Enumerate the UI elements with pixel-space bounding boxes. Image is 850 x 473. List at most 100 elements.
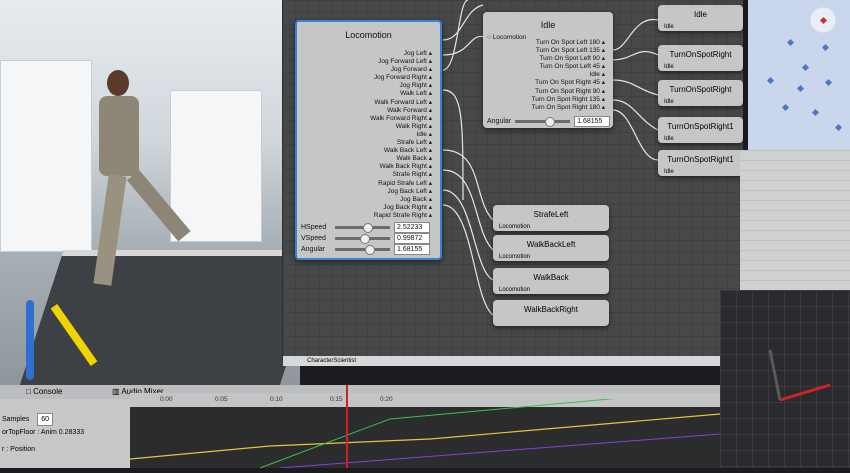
- idle-port-list: Turn On Spot Left 180 ▴ Turn On Spot Left…: [483, 39, 613, 112]
- idle-angular-value[interactable]: 1.68155: [574, 116, 611, 127]
- turn-state-node[interactable]: TurnOnSpotRight Idle: [658, 45, 743, 71]
- param-value[interactable]: 0.99872: [394, 233, 430, 244]
- idle-port[interactable]: Turn On Spot Left 90 ▴: [483, 55, 613, 63]
- state-node-port[interactable]: Idle: [664, 24, 674, 30]
- track-row[interactable]: orTopFloor : Anim 0.28333: [2, 427, 84, 438]
- idle-port[interactable]: Turn On Spot Right 45 ▴: [483, 79, 613, 87]
- locomotion-port[interactable]: Rapid Strafe Right ▴: [297, 212, 440, 220]
- param-slider[interactable]: [335, 223, 390, 233]
- locomotion-port[interactable]: Walk Left ▴: [297, 90, 440, 98]
- state-node-port[interactable]: Idle: [664, 99, 674, 105]
- character-torso: [99, 96, 139, 176]
- turn-state-node[interactable]: Idle Idle: [658, 5, 743, 31]
- state-node-title: TurnOnSpotRight: [669, 50, 732, 59]
- idle-port[interactable]: Turn On Spot Right 135 ▴: [483, 96, 613, 104]
- state-node[interactable]: StrafeLeft Locomotion: [493, 205, 609, 231]
- idle-port[interactable]: Turn On Spot Left 135 ▴: [483, 47, 613, 55]
- param-row[interactable]: VSpeed 0.99872: [301, 233, 430, 244]
- locomotion-port[interactable]: Jog Forward ▴: [297, 66, 440, 74]
- param-slider[interactable]: [335, 234, 390, 244]
- properties-list[interactable]: [740, 150, 850, 290]
- locomotion-port[interactable]: Idle ▴: [297, 131, 440, 139]
- slider-knob[interactable]: [545, 117, 556, 127]
- locomotion-port[interactable]: Walk Back Left ▴: [297, 147, 440, 155]
- slider-knob[interactable]: [365, 245, 376, 255]
- locomotion-port[interactable]: Rapid Strafe Left ▴: [297, 180, 440, 188]
- port-connector-icon: ▴: [599, 39, 605, 46]
- blend-space-preview[interactable]: [748, 0, 850, 150]
- port-label: Walk Left: [400, 90, 427, 98]
- param-row[interactable]: HSpeed 2.52233: [301, 222, 430, 233]
- idle-port[interactable]: Turn On Spot Left 180 ▴: [483, 39, 613, 47]
- param-label: VSpeed: [301, 235, 326, 242]
- param-value[interactable]: 2.52233: [394, 222, 430, 233]
- port-label: Idle: [416, 130, 427, 138]
- state-node-port[interactable]: Idle: [664, 136, 674, 142]
- locomotion-port[interactable]: Strafe Left ▴: [297, 139, 440, 147]
- state-node-title: StrafeLeft: [533, 210, 569, 219]
- tab-console[interactable]: □ Console: [26, 387, 62, 396]
- port-label: Walk Back: [396, 155, 427, 163]
- port-connector-icon: ▴: [426, 130, 432, 138]
- track-row[interactable]: r : Position: [2, 444, 35, 455]
- param-value[interactable]: 1.68155: [394, 244, 430, 255]
- viewport-scrollbar[interactable]: [26, 300, 34, 380]
- turn-state-node[interactable]: TurnOnSpotRight1 Idle: [658, 150, 743, 176]
- idle-node[interactable]: Idle ○ Locomotion Turn On Spot Left 180 …: [483, 12, 613, 128]
- locomotion-port[interactable]: Walk Forward ▴: [297, 107, 440, 115]
- state-node-port[interactable]: Idle: [664, 64, 674, 70]
- locomotion-node[interactable]: Locomotion Jog Left ▴ Jog Forward Left ▴ J…: [295, 20, 442, 260]
- state-node[interactable]: WalkBack Locomotion: [493, 268, 609, 294]
- locomotion-port[interactable]: Jog Forward Left ▴: [297, 58, 440, 66]
- state-node-port[interactable]: Idle: [664, 169, 674, 175]
- animation-timeline[interactable]: □ Console ▥ Audio Mixer 0:00 0:05 0:10 0…: [0, 385, 720, 468]
- port-label: Turn On Spot Left 90: [539, 55, 600, 63]
- port-label: Turn On Spot Left 180: [535, 39, 600, 46]
- curve-editor[interactable]: [130, 399, 720, 468]
- state-node[interactable]: WalkBackRight: [493, 300, 609, 326]
- slider-knob[interactable]: [362, 223, 373, 233]
- animator-graph[interactable]: Locomotion Jog Left ▴ Jog Forward Left ▴ J…: [282, 0, 743, 366]
- idle-angular-slider[interactable]: [515, 117, 571, 127]
- port-connector-icon: ▴: [426, 106, 432, 114]
- locomotion-port[interactable]: Jog Left ▴: [297, 50, 440, 58]
- locomotion-port[interactable]: Walk Forward Left ▴: [297, 99, 440, 107]
- turn-state-node[interactable]: TurnOnSpotRight Idle: [658, 80, 743, 106]
- port-connector-icon: ▴: [599, 79, 605, 87]
- idle-port[interactable]: Turn On Spot Right 90 ▴: [483, 88, 613, 96]
- locomotion-port[interactable]: Strafe Right ▴: [297, 171, 440, 179]
- blend-point: [781, 103, 790, 112]
- state-node[interactable]: WalkBackLeft Locomotion: [493, 235, 609, 261]
- samples-input[interactable]: 60: [37, 413, 53, 426]
- scene-viewport[interactable]: [0, 0, 300, 400]
- locomotion-port[interactable]: Walk Right ▴: [297, 123, 440, 131]
- samples-row: Samples 60: [2, 413, 53, 426]
- character-model[interactable]: [93, 70, 191, 290]
- playhead[interactable]: [346, 385, 348, 468]
- turn-state-node[interactable]: TurnOnSpotRight1 Idle: [658, 117, 743, 143]
- locomotion-port[interactable]: Jog Back Left ▴: [297, 188, 440, 196]
- locomotion-port[interactable]: Walk Forward Right ▴: [297, 115, 440, 123]
- idle-param-label: Angular: [487, 118, 512, 125]
- locomotion-port[interactable]: Walk Back Right ▴: [297, 163, 440, 171]
- locomotion-port[interactable]: Walk Back ▴: [297, 155, 440, 163]
- state-node-port[interactable]: Locomotion: [499, 224, 530, 230]
- idle-angular-param[interactable]: Angular 1.68155: [487, 116, 611, 127]
- locomotion-port[interactable]: Jog Right ▴: [297, 82, 440, 90]
- scene-grid-view[interactable]: [720, 290, 850, 468]
- slider-knob[interactable]: [359, 234, 370, 244]
- state-node-title: Idle: [694, 10, 707, 19]
- state-node-port[interactable]: Locomotion: [499, 287, 530, 293]
- state-node-port[interactable]: Locomotion: [499, 254, 530, 260]
- port-label: Strafe Left: [396, 139, 427, 147]
- gizmo[interactable]: [720, 290, 850, 468]
- idle-port[interactable]: Turn On Spot Left 45 ▴: [483, 63, 613, 71]
- blend-point: [811, 108, 820, 117]
- locomotion-port[interactable]: Jog Forward Right ▴: [297, 74, 440, 82]
- param-slider[interactable]: [335, 245, 390, 255]
- locomotion-port[interactable]: Jog Back ▴: [297, 196, 440, 204]
- idle-port[interactable]: Idle ▴: [483, 71, 613, 79]
- idle-port[interactable]: Turn On Spot Right 180 ▴: [483, 104, 613, 112]
- param-row[interactable]: Angular 1.68155: [301, 244, 430, 255]
- locomotion-port[interactable]: Jog Back Right ▴: [297, 204, 440, 212]
